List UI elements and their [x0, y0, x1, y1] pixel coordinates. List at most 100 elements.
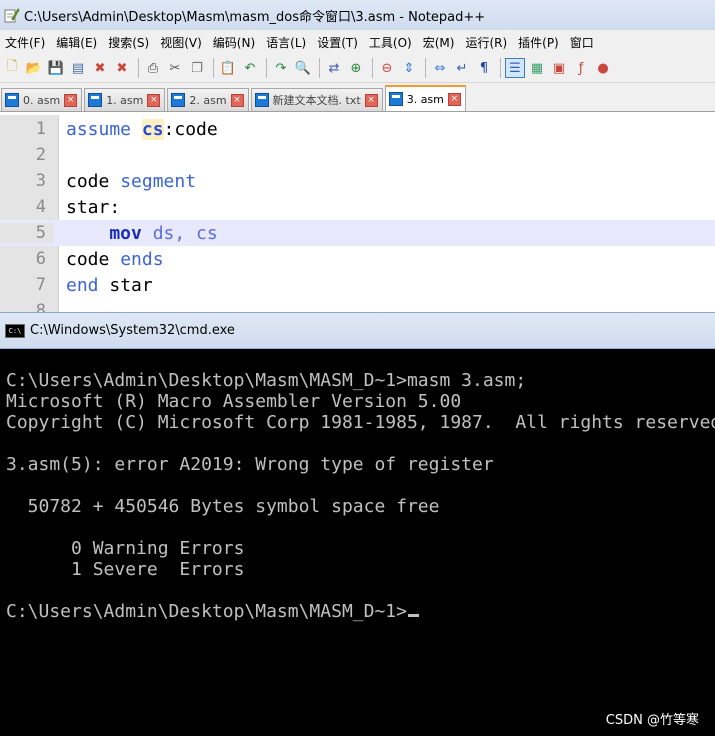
console-line [6, 517, 715, 538]
menu-item-11[interactable]: 窗口 [565, 34, 600, 51]
window-title-bar[interactable]: C:\Users\Admin\Desktop\Masm\masm_dos命令窗口… [0, 0, 715, 30]
zoom-in-icon[interactable]: ⊕ [346, 58, 366, 78]
code-text: mov ds, cs [54, 222, 218, 244]
line-number: 5 [0, 223, 54, 243]
line-number: 8 [35, 301, 46, 312]
code-line[interactable]: 2 [0, 142, 715, 168]
console-line-text: Microsoft (R) Macro Assembler Version 5.… [6, 391, 462, 412]
file-icon [388, 92, 403, 106]
tab-label: 1. asm [106, 93, 144, 107]
record-macro-icon[interactable]: ● [593, 58, 613, 78]
code-text: code segment [54, 171, 196, 192]
cmd-title-bar[interactable]: C:\ C:\Windows\System32\cmd.exe [0, 312, 715, 349]
menu-item-6[interactable]: 设置(T) [312, 34, 364, 51]
code-token: star [109, 274, 153, 296]
tab-3[interactable]: 新建文本文档. txt × [250, 88, 383, 111]
tab-0[interactable]: 0. asm × [1, 88, 83, 111]
tab-bar: 0. asm × 1. asm × 2. asm × 新建文本文档. txt × 3. asm × [0, 83, 715, 112]
console-line: Microsoft (R) Macro Assembler Version 5.… [6, 391, 715, 412]
window-title: C:\Users\Admin\Desktop\Masm\masm_dos命令窗口… [24, 9, 486, 25]
console-line-text: 50782 + 450546 Bytes symbol space free [6, 496, 440, 517]
menu-item-5[interactable]: 语言(L) [261, 34, 312, 51]
code-token: cs [141, 118, 164, 140]
close-icon[interactable]: ✖ [90, 58, 110, 78]
notepadpp-icon [4, 7, 20, 23]
console-line-text: C:\Users\Admin\Desktop\Masm\MASM_D~1> [6, 601, 407, 622]
code-line[interactable]: 8 [0, 298, 715, 312]
toolbar-separator [500, 58, 501, 78]
print-icon[interactable]: ⎙ [143, 58, 163, 78]
console-line: C:\Users\Admin\Desktop\Masm\MASM_D~1>mas… [6, 370, 715, 391]
menu-item-0[interactable]: 文件(F) [0, 34, 51, 51]
text-cursor [407, 614, 419, 617]
code-token: ends [120, 248, 164, 270]
cut-icon[interactable]: ✂ [165, 58, 185, 78]
menu-item-2[interactable]: 搜索(S) [103, 34, 155, 51]
paste-icon[interactable]: 📋 [218, 58, 238, 78]
doc-map-icon[interactable]: ▣ [549, 58, 569, 78]
tab-close-icon[interactable]: × [64, 93, 78, 107]
code-token: star: [66, 196, 121, 218]
code-line[interactable]: 6 code ends [0, 246, 715, 272]
menu-item-9[interactable]: 运行(R) [460, 34, 513, 51]
undo-icon[interactable]: ↶ [240, 58, 260, 78]
menu-item-4[interactable]: 编码(N) [208, 34, 261, 51]
new-file-icon[interactable]: 🗋 [2, 58, 22, 78]
menu-bar: 文件(F) 编辑(E) 搜索(S) 视图(V) 编码(N) 语言(L) 设置(T) 工具(O)… [0, 30, 715, 54]
code-text: end star [54, 275, 153, 296]
word-wrap-icon[interactable]: ↵ [452, 58, 472, 78]
code-line[interactable]: 7 end star [0, 272, 715, 298]
code-token: code [66, 248, 121, 270]
sync-v-icon[interactable]: ⇕ [399, 58, 419, 78]
menu-item-10[interactable]: 插件(P) [513, 34, 565, 51]
user-lang-icon[interactable]: ▦ [527, 58, 547, 78]
code-token: end [66, 274, 110, 296]
tab-close-icon[interactable]: × [364, 93, 378, 107]
console-line [6, 475, 715, 496]
console-line-text [6, 475, 17, 496]
console-line-text: 3.asm(5): error A2019: Wrong type of reg… [6, 454, 494, 475]
console-output[interactable]: C:\Users\Admin\Desktop\Masm\MASM_D~1>mas… [6, 370, 715, 622]
code-line[interactable]: 3 code segment [0, 168, 715, 194]
close-all-icon[interactable]: ✖ [112, 58, 132, 78]
save-icon[interactable]: 💾 [46, 58, 66, 78]
line-number: 3 [35, 171, 46, 191]
tab-2[interactable]: 2. asm × [167, 88, 249, 111]
code-line[interactable]: 4 star: [0, 194, 715, 220]
indent-guide-icon[interactable]: ☰ [505, 58, 525, 78]
tab-close-icon[interactable]: × [447, 92, 461, 106]
function-list-icon[interactable]: ƒ [571, 58, 591, 78]
tab-close-icon[interactable]: × [230, 93, 244, 107]
save-all-icon[interactable]: ▤ [68, 58, 88, 78]
file-icon [254, 93, 269, 107]
tab-close-icon[interactable]: × [147, 93, 161, 107]
show-all-chars-icon[interactable]: ¶ [474, 58, 494, 78]
code-text: assume cs:code [54, 118, 218, 140]
copy-icon[interactable]: ❐ [187, 58, 207, 78]
menu-item-1[interactable]: 编辑(E) [51, 34, 103, 51]
code-line[interactable]: 1 assume cs:code [0, 116, 715, 142]
menu-item-7[interactable]: 工具(O) [364, 34, 418, 51]
redo-icon[interactable]: ↷ [271, 58, 291, 78]
code-line[interactable]: 5 mov ds, cs [0, 220, 715, 246]
code-editor[interactable]: 1 assume cs:code 2 3 code segment 4 star: 5 mov… [0, 115, 715, 312]
console-line-text [6, 517, 17, 538]
toolbar-separator [372, 58, 373, 78]
console-line-text: 0 Warning Errors [6, 538, 245, 559]
open-file-icon[interactable]: 📂 [24, 58, 44, 78]
code-token: ds, cs [152, 222, 218, 244]
tab-4[interactable]: 3. asm × [384, 85, 466, 111]
file-icon [171, 93, 186, 107]
code-text: star: [54, 197, 120, 218]
replace-icon[interactable]: ⇄ [324, 58, 344, 78]
menu-item-8[interactable]: 宏(M) [418, 34, 461, 51]
menu-item-3[interactable]: 视图(V) [155, 34, 208, 51]
tab-1[interactable]: 1. asm × [84, 88, 166, 111]
notepadpp-window: C:\Users\Admin\Desktop\Masm\masm_dos命令窗口… [0, 0, 715, 312]
sync-h-icon[interactable]: ⇔ [430, 58, 450, 78]
tab-label: 新建文本文档. txt [272, 94, 361, 107]
code-token: assume [66, 118, 142, 140]
find-icon[interactable]: 🔍 [293, 58, 313, 78]
console-line [6, 580, 715, 601]
zoom-out-icon[interactable]: ⊖ [377, 58, 397, 78]
